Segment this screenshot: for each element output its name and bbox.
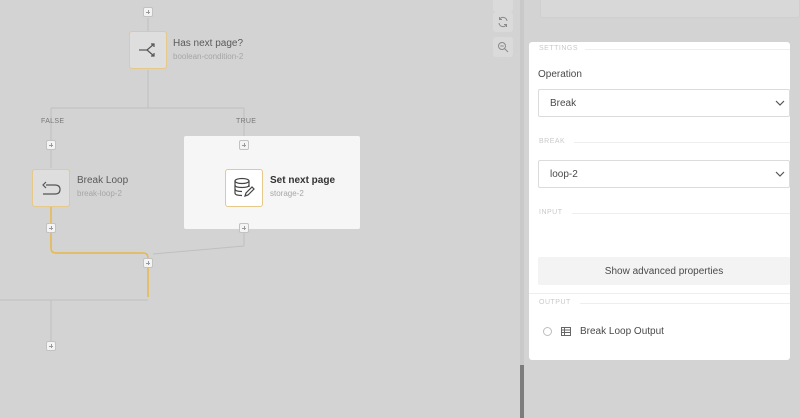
break-loop-node-title: Break Loop <box>77 175 129 186</box>
canvas-tool-button[interactable] <box>493 0 513 12</box>
input-section-label: INPUT <box>539 209 563 216</box>
chevron-down-icon <box>775 171 785 177</box>
section-divider <box>572 213 790 214</box>
add-step-button[interactable] <box>143 258 153 268</box>
show-advanced-properties-button[interactable]: Show advanced properties <box>538 257 790 285</box>
storage-node[interactable] <box>225 169 263 207</box>
true-branch-label: TRUE <box>236 118 257 125</box>
add-step-button[interactable] <box>46 341 56 351</box>
false-branch-label: FALSE <box>41 118 65 125</box>
section-divider <box>585 49 790 50</box>
break-section-label: BREAK <box>539 138 566 145</box>
add-step-button[interactable] <box>46 140 56 150</box>
settings-section-label: SETTINGS <box>539 45 579 52</box>
condition-node[interactable] <box>129 31 167 69</box>
selected-path <box>50 207 149 297</box>
refresh-icon <box>498 16 508 28</box>
add-step-button[interactable] <box>46 223 56 233</box>
condition-node-title: Has next page? <box>173 38 244 49</box>
output-section-label: OUTPUT <box>539 299 571 306</box>
chevron-down-icon <box>775 100 785 106</box>
add-step-button[interactable] <box>239 223 249 233</box>
storage-node-title: Set next page <box>270 175 336 186</box>
zoom-out-button[interactable] <box>493 37 513 57</box>
split-arrow-icon <box>139 43 155 57</box>
panel-header-card <box>540 0 800 18</box>
workflow-canvas[interactable]: Has next page? boolean-condition-2 FALSE… <box>0 0 520 418</box>
condition-node-subtitle: boolean-condition-2 <box>173 52 244 61</box>
return-arrow-icon <box>42 181 61 195</box>
output-item-label: Break Loop Output <box>580 325 664 337</box>
section-divider <box>580 303 790 304</box>
add-step-button[interactable] <box>239 140 249 150</box>
add-step-button[interactable] <box>143 7 153 17</box>
break-loop-select[interactable]: loop-2 <box>538 160 790 188</box>
table-icon <box>561 326 571 336</box>
operation-select[interactable]: Break <box>538 89 790 117</box>
break-loop-node[interactable] <box>32 169 70 207</box>
section-divider <box>529 293 790 294</box>
output-radio[interactable] <box>543 326 552 336</box>
break-loop-select-value: loop-2 <box>550 168 578 180</box>
output-item[interactable]: Break Loop Output <box>543 324 664 338</box>
operation-select-value: Break <box>550 97 577 109</box>
database-edit-icon <box>234 177 255 197</box>
zoom-out-icon <box>498 42 509 53</box>
break-loop-node-subtitle: break-loop-2 <box>77 189 122 198</box>
storage-node-subtitle: storage-2 <box>270 189 304 198</box>
refresh-button[interactable] <box>493 12 513 32</box>
section-divider <box>574 142 790 143</box>
operation-label: Operation <box>538 69 582 80</box>
